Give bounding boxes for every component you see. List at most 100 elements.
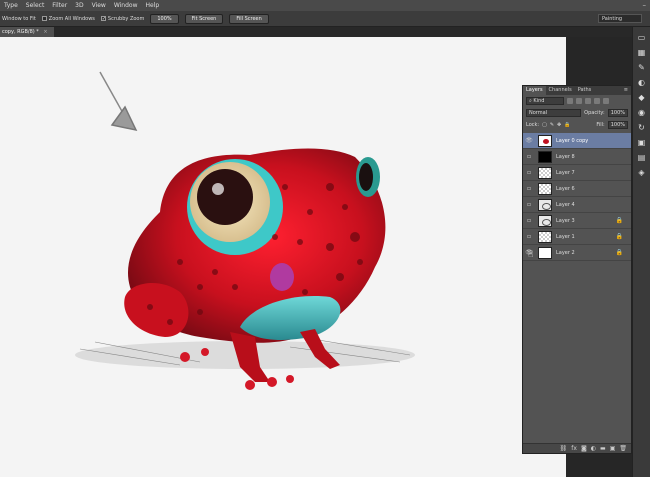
menu-help[interactable]: Help: [142, 2, 164, 9]
swatches-icon[interactable]: ▦: [637, 48, 646, 57]
layer-row[interactable]: 👁 Layer 0 copy: [523, 133, 631, 149]
options-bar: Window to Fit Zoom All Windows ✓ Scrubby…: [0, 11, 650, 27]
smart-object-filter-icon[interactable]: [603, 98, 609, 104]
layer-row[interactable]: ▫ Layer 7: [523, 165, 631, 181]
layer-row[interactable]: ▫ Layer 3 🔒: [523, 213, 631, 229]
lock-row: Lock: ▢ ✎ ✥ 🔒 Fill: 100%: [523, 119, 631, 131]
layer-row[interactable]: 👁 Layer 2 🔒: [523, 245, 631, 261]
adjustment-filter-icon[interactable]: [576, 98, 582, 104]
history-icon[interactable]: ▭: [637, 33, 646, 42]
lock-position-icon[interactable]: ✥: [557, 122, 561, 128]
photoshop-window: Type Select Filter 3D View Window Help –…: [0, 0, 650, 477]
visibility-toggle[interactable]: ▫: [523, 153, 535, 160]
zoom-all-windows-checkbox[interactable]: Zoom All Windows: [41, 15, 95, 22]
blend-row: Normal Opacity: 100%: [523, 107, 631, 119]
fill-field[interactable]: 100%: [607, 121, 628, 129]
visibility-toggle[interactable]: ▫: [523, 169, 535, 176]
filter-kind-select[interactable]: ⌕ Kind: [526, 97, 564, 105]
layer-thumbnail: [538, 166, 552, 179]
fill-label: Fill:: [596, 122, 605, 128]
visibility-toggle[interactable]: ▫: [523, 201, 535, 208]
menu-view[interactable]: View: [88, 2, 110, 9]
paths-icon[interactable]: ↻: [637, 123, 646, 132]
adjustments-icon[interactable]: ◐: [637, 78, 646, 87]
filter-row: ⌕ Kind: [523, 95, 631, 107]
tab-paths[interactable]: Paths: [575, 86, 595, 95]
menu-bar: Type Select Filter 3D View Window Help –: [0, 0, 650, 11]
properties-icon[interactable]: ▣: [637, 138, 646, 147]
layer-thumbnail: [538, 246, 552, 259]
fill-screen-button[interactable]: Fill Screen: [229, 13, 269, 24]
layers-panel-footer: ⛓ fx ◙ ◐ ▬ ▣ 🗑: [523, 443, 631, 453]
layer-row[interactable]: ▫ Layer 1 🔒: [523, 229, 631, 245]
canvas-artwork: [75, 71, 415, 390]
info-icon[interactable]: ▤: [637, 153, 646, 162]
layers-icon[interactable]: ◆: [637, 93, 646, 102]
opacity-field[interactable]: 100%: [607, 109, 628, 117]
eye-icon[interactable]: 👁: [523, 137, 535, 144]
layer-row[interactable]: ▫ Layer 6: [523, 181, 631, 197]
close-icon[interactable]: ×: [43, 29, 47, 35]
window-to-fit-label[interactable]: Window to Fit: [2, 16, 36, 22]
layer-thumbnail: [538, 150, 552, 163]
opacity-label: Opacity:: [584, 110, 605, 116]
layer-name: Layer 3: [556, 217, 575, 224]
layer-name: Layer 1: [556, 233, 575, 240]
zoom-100-button[interactable]: 100%: [150, 13, 179, 24]
layers-panel: Layers Channels Paths ≡ ⌕ Kind Normal Op…: [522, 85, 632, 454]
scrubby-zoom-label: Scrubby Zoom: [107, 15, 145, 22]
layers-list: 👁 Layer 0 copy ▫ Layer 8 ▫ Layer 7 ▫ Lay…: [523, 133, 631, 261]
add-mask-icon[interactable]: ◙: [581, 445, 587, 452]
menu-window[interactable]: Window: [110, 2, 142, 9]
filter-kind-label: Kind: [533, 98, 545, 104]
lock-icon: 🔒: [615, 217, 623, 224]
lock-image-icon[interactable]: ✎: [550, 122, 554, 128]
menu-type[interactable]: Type: [0, 2, 22, 9]
layer-thumbnail: [538, 182, 552, 195]
new-layer-icon[interactable]: ▣: [610, 445, 616, 452]
layer-name: Layer 8: [556, 153, 575, 160]
fit-screen-button[interactable]: Fit Screen: [184, 13, 224, 24]
document-tab[interactable]: copy, RGB/8) * ×: [0, 27, 54, 37]
layer-name: Layer 7: [556, 169, 575, 176]
adjustment-layer-icon[interactable]: ◐: [591, 445, 596, 452]
channels-icon[interactable]: ◉: [637, 108, 646, 117]
workspace-select[interactable]: Painting: [598, 14, 642, 23]
type-filter-icon[interactable]: [585, 98, 591, 104]
menu-filter[interactable]: Filter: [48, 2, 71, 9]
sketch-arrow: [99, 71, 138, 132]
layer-name: Layer 0 copy: [556, 137, 589, 144]
notes-icon[interactable]: ◈: [637, 168, 646, 177]
layer-thumbnail: [538, 230, 552, 243]
lock-transparent-icon[interactable]: ▢: [542, 122, 547, 128]
panel-dock-toolbar: ▭ ▦ ✎ ◐ ◆ ◉ ↻ ▣ ▤ ◈: [632, 27, 650, 477]
checkbox-checked-icon: ✓: [100, 16, 107, 22]
visibility-toggle[interactable]: ▫: [523, 233, 535, 240]
window-controls: –: [643, 1, 647, 9]
lock-all-icon[interactable]: 🔒: [564, 122, 570, 128]
layer-thumbnail: [538, 134, 552, 147]
layer-thumbnail: [538, 214, 552, 227]
pixel-filter-icon[interactable]: [567, 98, 573, 104]
new-group-icon[interactable]: ▬: [600, 445, 606, 452]
panel-menu-icon[interactable]: ≡: [621, 86, 631, 95]
blend-mode-select[interactable]: Normal: [526, 109, 582, 117]
tab-layers[interactable]: Layers: [523, 86, 546, 95]
shape-filter-icon[interactable]: [594, 98, 600, 104]
delete-layer-icon[interactable]: 🗑: [619, 445, 627, 452]
lock-icon: 🔒: [615, 233, 623, 240]
scrubby-zoom-checkbox[interactable]: ✓ Scrubby Zoom: [100, 15, 145, 22]
visibility-toggle[interactable]: ▫: [523, 217, 535, 224]
layer-row[interactable]: ▫ Layer 4: [523, 197, 631, 213]
layer-name: Layer 6: [556, 185, 575, 192]
visibility-toggle[interactable]: ▫: [523, 185, 535, 192]
zoom-all-windows-label: Zoom All Windows: [48, 15, 95, 22]
menu-select[interactable]: Select: [22, 2, 49, 9]
minimize-icon[interactable]: –: [643, 1, 647, 9]
layer-row[interactable]: ▫ Layer 8: [523, 149, 631, 165]
tab-channels[interactable]: Channels: [546, 86, 575, 95]
link-layers-icon[interactable]: ⛓: [560, 445, 568, 452]
brush-preset-icon[interactable]: ✎: [637, 63, 646, 72]
menu-3d[interactable]: 3D: [71, 2, 87, 9]
layer-style-icon[interactable]: fx: [571, 445, 577, 452]
